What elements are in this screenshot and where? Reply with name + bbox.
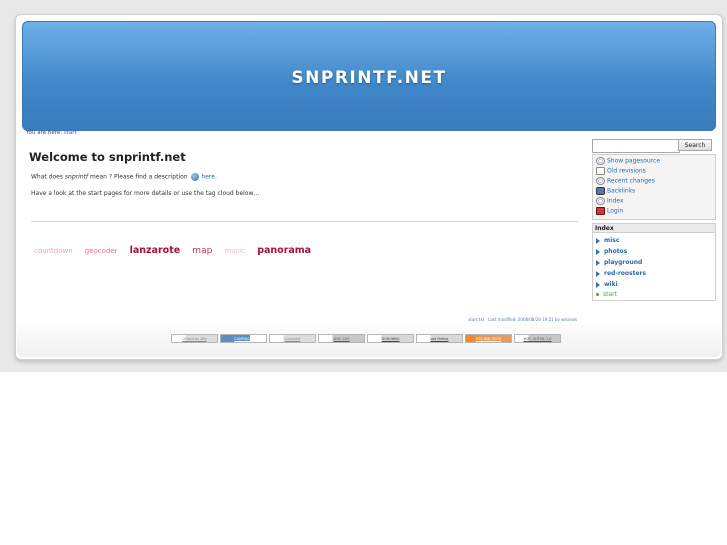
page-title: Welcome to snprintf.net — [29, 150, 186, 164]
index-panel: Index misc photos playground red-rooster… — [592, 223, 716, 301]
index-item-label: red-roosters — [604, 270, 647, 277]
badge-firefox[interactable]: get firefox — [416, 334, 463, 343]
index-icon — [596, 197, 605, 205]
page-container: SNPRINTF.NET You are here: start Welcome… — [15, 14, 723, 360]
index-item-wiki[interactable]: wiki — [596, 281, 618, 288]
badge-cc[interactable]: Driven by DW — [171, 334, 218, 343]
show-pagesource-label: Show pagesource — [607, 157, 661, 165]
search-button[interactable]: Search — [678, 139, 712, 151]
search-input[interactable] — [592, 139, 680, 153]
intro-text-after: . — [214, 173, 217, 181]
recent-changes-icon — [596, 177, 605, 185]
badge-w3c-xhtml[interactable]: W3C XHTML 1.0 — [514, 334, 561, 343]
breadcrumb: You are here: start — [26, 130, 77, 136]
badge-rss[interactable]: RSS XML FEED — [465, 334, 512, 343]
index-item-label: wiki — [604, 281, 618, 288]
index-title: Index — [593, 224, 715, 233]
old-revisions-label: Old revisions — [607, 167, 646, 175]
index-item-playground[interactable]: playground — [596, 259, 642, 266]
index-item-label: misc — [604, 237, 620, 244]
login-label: Login — [607, 207, 624, 215]
triangle-right-icon — [596, 259, 600, 266]
index-item-misc[interactable]: misc — [596, 237, 619, 244]
index-label: Index — [607, 197, 624, 205]
tag-cloud: countdown geocoder lanzarote map music p… — [34, 238, 318, 257]
backlinks-label: Backlinks — [607, 187, 636, 195]
badge-campaign[interactable]: CAMPAIGN — [220, 334, 267, 343]
tag-lanzarote[interactable]: lanzarote — [130, 245, 181, 256]
index-item-label: start — [603, 291, 617, 298]
tag-countdown[interactable]: countdown — [34, 247, 73, 255]
login-link[interactable]: Login — [596, 207, 623, 215]
recent-changes-label: Recent changes — [607, 177, 655, 185]
page-source-icon — [596, 157, 605, 165]
index-item-label: playground — [604, 259, 643, 266]
index-item-start[interactable]: start — [596, 291, 617, 298]
page-tools: Show pagesource Old revisions Recent cha… — [592, 154, 716, 220]
breadcrumb-prefix: You are here: — [26, 130, 63, 136]
index-item-photos[interactable]: photos — [596, 248, 627, 255]
intro-paragraph: What does snprintf mean ? Please find a … — [31, 173, 217, 181]
tag-geocoder[interactable]: geocoder — [85, 247, 118, 255]
index-link[interactable]: Index — [596, 197, 624, 205]
intro-text-middle: mean ? Please find a description — [89, 173, 188, 181]
old-revisions-link[interactable]: Old revisions — [596, 167, 646, 175]
tag-panorama[interactable]: panorama — [257, 245, 311, 256]
divider — [31, 221, 578, 222]
recent-changes-link[interactable]: Recent changes — [596, 177, 655, 185]
backlinks-icon — [596, 187, 605, 195]
breadcrumb-link-start[interactable]: start — [64, 130, 77, 136]
intro-term: snprintf — [64, 173, 89, 181]
badge-w3c-css[interactable]: W3C CSS — [318, 334, 365, 343]
backlinks-link[interactable]: Backlinks — [596, 187, 635, 195]
site-title[interactable]: SNPRINTF.NET — [22, 68, 716, 88]
description-link[interactable]: here — [201, 174, 215, 181]
index-item-label: photos — [604, 248, 628, 255]
triangle-right-icon — [596, 281, 600, 288]
bullet-icon — [596, 293, 599, 296]
site-header: SNPRINTF.NET — [22, 21, 716, 131]
login-icon — [596, 207, 605, 215]
show-pagesource-link[interactable]: Show pagesource — [596, 157, 660, 165]
badge-licensed[interactable]: Licensed — [269, 334, 316, 343]
footer-badges: Driven by DW CAMPAIGN Licensed W3C CSS D… — [171, 334, 563, 344]
tag-music[interactable]: music — [224, 247, 245, 255]
old-revisions-icon — [596, 167, 605, 175]
triangle-right-icon — [596, 248, 600, 255]
tag-map[interactable]: map — [192, 246, 212, 256]
badge-dokuwiki[interactable]: DOKUWIKI — [367, 334, 414, 343]
triangle-right-icon — [596, 270, 600, 277]
index-item-red-roosters[interactable]: red-roosters — [596, 270, 646, 277]
start-pages-paragraph: Have a look at the start pages for more … — [31, 190, 260, 197]
globe-icon — [190, 173, 199, 181]
intro-text-before: What does — [31, 173, 63, 181]
triangle-right-icon — [596, 237, 600, 244]
